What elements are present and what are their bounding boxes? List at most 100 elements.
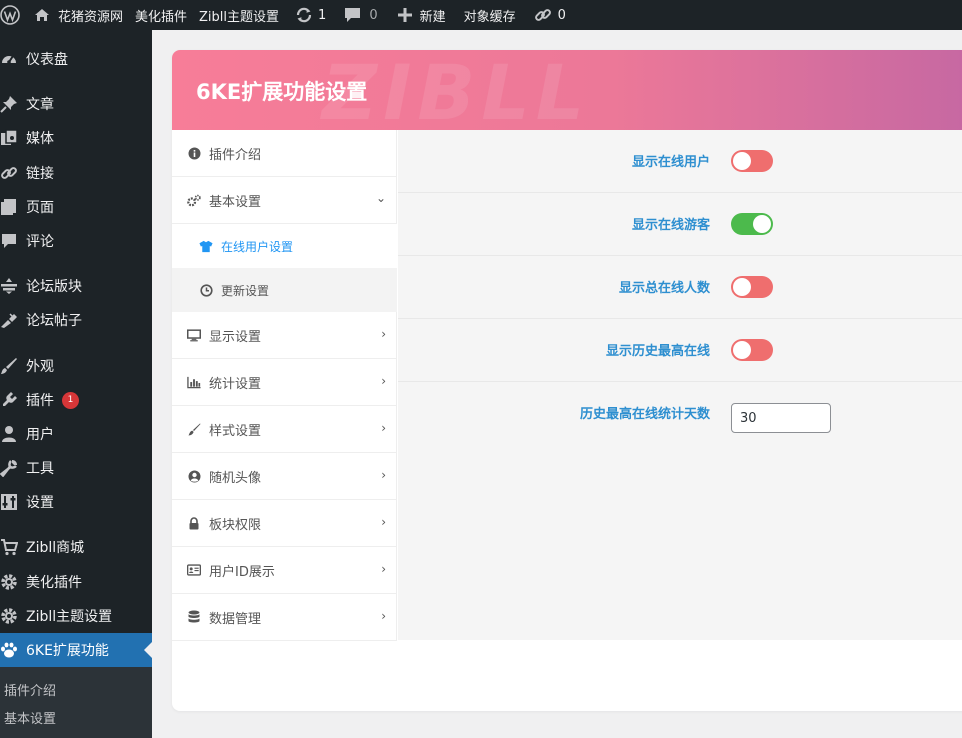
nav-sub-item-online-users[interactable]: 在线用户设置: [172, 224, 397, 268]
object-cache-link[interactable]: 对象缓存: [452, 0, 522, 30]
nav-item-statistics-settings[interactable]: 统计设置 ›: [172, 359, 397, 406]
sidebar-item-zibll-shop[interactable]: Zibll商城: [0, 530, 152, 564]
field-label: 显示在线用户: [631, 155, 710, 170]
nav-item-label: 统计设置: [209, 376, 262, 392]
sidebar-item-label: 链接: [26, 166, 54, 182]
chevron-right-icon: ›: [381, 421, 386, 435]
nav-sub-item-label: 更新设置: [221, 283, 270, 298]
brush-icon: [187, 422, 201, 436]
sidebar-item-label: 工具: [26, 461, 54, 477]
field-label: 显示总在线人数: [618, 281, 710, 296]
nav-item-label: 插件介绍: [209, 147, 262, 163]
show-history-max-online-toggle[interactable]: [731, 339, 773, 361]
nav-item-data-management[interactable]: 数据管理 ›: [172, 594, 397, 641]
sidebar-item-label: Zibll主题设置: [26, 609, 113, 625]
field-history-max-days: 历史最高在线统计天数: [398, 382, 962, 445]
chevron-right-icon: ›: [381, 515, 386, 529]
sidebar-item-6ke-extension[interactable]: 6KE扩展功能: [0, 633, 152, 667]
beautify-plugin-link[interactable]: 美化插件: [129, 0, 193, 30]
sidebar-item-label: 外观: [26, 359, 54, 375]
cart-icon: [0, 537, 20, 557]
submenu-item-plugin-intro[interactable]: 插件介绍: [4, 680, 56, 699]
sidebar-item-beautify-plugin[interactable]: 美化插件: [0, 565, 152, 599]
settings-nav: 插件介绍 基本设置 ⌄ 在线用户设置 更新设置 显示设置 › 统计设置 › 样式…: [172, 130, 397, 641]
sidebar-item-forum-sections[interactable]: 论坛版块: [0, 269, 152, 303]
sidebar-item-label: 页面: [26, 200, 54, 216]
zibll-theme-settings-label: Zibll主题设置: [199, 9, 280, 25]
home-icon: [34, 7, 50, 23]
sidebar-item-pages[interactable]: 页面: [0, 190, 152, 224]
link-icon: [0, 163, 20, 183]
sidebar-item-settings[interactable]: 设置: [0, 485, 152, 519]
nav-sub-item-label: 在线用户设置: [221, 239, 294, 254]
nav-item-label: 板块权限: [209, 517, 262, 533]
field-label: 历史最高在线统计天数: [579, 407, 710, 422]
forum-icon: [0, 276, 20, 296]
nav-item-section-permissions[interactable]: 板块权限 ›: [172, 500, 397, 547]
paw-icon: [0, 640, 20, 660]
gear-icon: [0, 572, 20, 592]
sidebar-item-comments[interactable]: 评论: [0, 224, 152, 258]
page-title: 6KE扩展功能设置: [196, 80, 368, 104]
links-link[interactable]: 0: [522, 0, 572, 30]
sidebar-item-zibll-theme-settings[interactable]: Zibll主题设置: [0, 599, 152, 633]
new-content-link[interactable]: 新建: [384, 0, 452, 30]
wordpress-logo-icon[interactable]: [0, 0, 24, 30]
comments-link[interactable]: 0: [332, 0, 383, 30]
nav-item-basic-settings[interactable]: 基本设置 ⌄: [172, 177, 397, 224]
monitor-icon: [187, 328, 201, 342]
zibll-theme-settings-link[interactable]: Zibll主题设置: [193, 0, 285, 30]
nav-item-label: 随机头像: [209, 470, 262, 486]
nav-item-style-settings[interactable]: 样式设置 ›: [172, 406, 397, 453]
show-online-guests-toggle[interactable]: [731, 213, 773, 235]
plus-icon: [397, 8, 412, 22]
nav-item-label: 样式设置: [209, 423, 262, 439]
submenu-item-basic-settings[interactable]: 基本设置: [4, 708, 56, 727]
sidebar-item-label: Zibll商城: [26, 540, 85, 556]
nav-item-label: 数据管理: [209, 611, 262, 627]
toggle-knob: [733, 341, 751, 359]
site-name-link[interactable]: 花猪资源网: [24, 0, 129, 30]
sidebar-item-label: 仪表盘: [26, 52, 68, 68]
settings-icon: [0, 492, 20, 512]
show-online-users-toggle[interactable]: [731, 150, 773, 172]
settings-panel: ZIBLL 6KE扩展功能设置 插件介绍 基本设置 ⌄ 在线用户设置 更新设置 …: [172, 50, 962, 711]
dashboard-icon: [0, 49, 20, 69]
sidebar-item-label: 6KE扩展功能: [26, 643, 109, 659]
sidebar-item-label: 论坛帖子: [26, 313, 82, 329]
links-count: 0: [557, 7, 566, 23]
nav-item-user-id-display[interactable]: 用户ID展示 ›: [172, 547, 397, 594]
user-circle-icon: [187, 469, 201, 483]
lock-icon: [187, 516, 201, 530]
toggle-knob: [733, 278, 751, 296]
comment-icon: [0, 231, 20, 251]
sidebar-item-plugins[interactable]: 插件 1: [0, 383, 152, 417]
history-max-days-input[interactable]: [731, 403, 831, 433]
nav-item-display-settings[interactable]: 显示设置 ›: [172, 312, 397, 359]
toggle-knob: [753, 215, 771, 233]
cogs-icon: [187, 193, 201, 207]
beautify-plugin-label: 美化插件: [135, 9, 188, 25]
sidebar-item-media[interactable]: 媒体: [0, 121, 152, 155]
sidebar-item-dashboard[interactable]: 仪表盘: [0, 42, 152, 76]
sidebar-item-forum-posts[interactable]: 论坛帖子: [0, 303, 152, 337]
show-total-online-toggle[interactable]: [731, 276, 773, 298]
updates-link[interactable]: 1: [285, 0, 332, 30]
nav-item-random-avatar[interactable]: 随机头像 ›: [172, 453, 397, 500]
field-show-online-users: 显示在线用户: [398, 130, 962, 193]
sidebar-item-appearance[interactable]: 外观: [0, 349, 152, 383]
updates-count: 1: [318, 7, 327, 23]
plugin-icon: [0, 390, 20, 410]
sidebar-item-links[interactable]: 链接: [0, 156, 152, 190]
sidebar-item-posts[interactable]: 文章: [0, 87, 152, 121]
nav-item-plugin-intro[interactable]: 插件介绍: [172, 130, 397, 177]
info-icon: [187, 146, 201, 160]
chevron-down-icon: ⌄: [375, 191, 386, 205]
panel-header: ZIBLL 6KE扩展功能设置: [172, 50, 962, 137]
sidebar-item-tools[interactable]: 工具: [0, 451, 152, 485]
nav-sub-item-update-settings[interactable]: 更新设置: [172, 268, 397, 312]
sidebar-item-users[interactable]: 用户: [0, 417, 152, 451]
update-count-badge: 1: [62, 391, 79, 409]
nav-item-label: 基本设置: [209, 194, 262, 210]
sidebar-item-label: 媒体: [26, 131, 54, 147]
